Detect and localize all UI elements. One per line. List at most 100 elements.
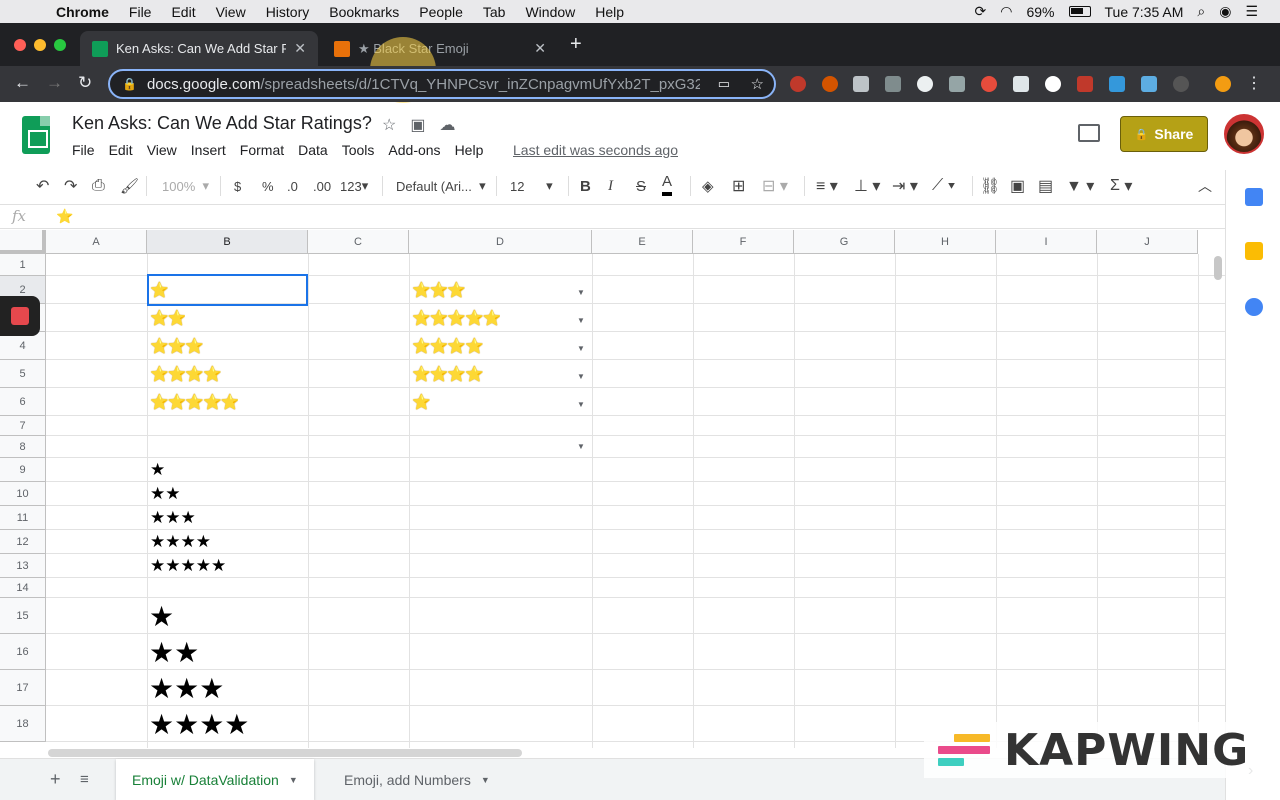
column-header-b[interactable]: B xyxy=(147,230,308,254)
row-header-9[interactable]: 9 xyxy=(0,458,46,482)
close-window-icon[interactable] xyxy=(14,39,26,51)
cell-b6[interactable]: ⭐⭐⭐⭐⭐ xyxy=(150,388,238,416)
align-horizontal-icon[interactable]: ≡ ▾ xyxy=(816,170,838,202)
browser-tab-star-emoji[interactable]: ★ Black Star Emoji ✕ xyxy=(322,31,558,66)
column-header-j[interactable]: J xyxy=(1097,230,1198,254)
browser-tab-sheet[interactable]: Ken Asks: Can We Add Star Ra ✕ xyxy=(80,31,318,66)
bold-button[interactable]: B xyxy=(580,170,591,202)
dropdown-arrow-icon[interactable]: ▼ xyxy=(577,400,585,409)
menu-history[interactable]: History xyxy=(266,4,310,20)
user-icon[interactable]: ◉ xyxy=(1219,3,1231,20)
column-header-g[interactable]: G xyxy=(794,230,895,254)
menu-tab[interactable]: Tab xyxy=(483,4,506,20)
row-header-14[interactable]: 14 xyxy=(0,578,46,598)
wifi-icon[interactable]: ◠ xyxy=(1000,3,1012,20)
cell-d2[interactable]: ⭐⭐⭐ xyxy=(412,276,465,304)
menu-view[interactable]: View xyxy=(216,4,246,20)
functions-button[interactable]: Σ ▾ xyxy=(1110,170,1132,202)
menu-file[interactable]: File xyxy=(129,4,152,20)
cell-b5[interactable]: ⭐⭐⭐⭐ xyxy=(150,360,221,388)
docs-menu-view[interactable]: View xyxy=(147,142,177,158)
row-header-15[interactable]: 15 xyxy=(0,598,46,634)
formula-bar[interactable]: fx ⭐ xyxy=(0,204,1225,229)
extension-icon[interactable] xyxy=(1109,76,1125,92)
extension-icon[interactable] xyxy=(917,76,933,92)
cloud-status-icon[interactable]: ☁ xyxy=(439,115,455,135)
docs-menu-help[interactable]: Help xyxy=(455,142,484,158)
cell-d3[interactable]: ⭐⭐⭐⭐⭐ xyxy=(412,304,500,332)
extension-icon[interactable] xyxy=(853,76,869,92)
calendar-icon[interactable] xyxy=(1245,188,1263,206)
more-formats-button[interactable]: 123 ▾ xyxy=(340,170,368,202)
adblock-extension-icon[interactable] xyxy=(790,76,806,92)
back-icon[interactable]: ← xyxy=(14,73,31,93)
bookmark-star-icon[interactable]: ☆ xyxy=(751,75,764,93)
account-avatar[interactable] xyxy=(1224,114,1264,154)
chevron-down-icon[interactable]: ▼ xyxy=(481,775,490,785)
sheet-tab-emoji-add-numbers[interactable]: Emoji, add Numbers ▼ xyxy=(328,759,506,800)
more-menu-icon[interactable]: ⋮ xyxy=(1246,73,1262,93)
forward-icon[interactable]: → xyxy=(46,73,63,93)
zoom-window-icon[interactable] xyxy=(54,39,66,51)
column-header-d[interactable]: D xyxy=(409,230,592,254)
cell-b13[interactable]: ★★★★★ xyxy=(150,554,226,578)
spotlight-search-icon[interactable]: ⌕ xyxy=(1197,3,1205,20)
extension-icon[interactable] xyxy=(822,76,838,92)
formula-value[interactable]: ⭐ xyxy=(56,208,73,225)
extension-icon[interactable] xyxy=(1141,76,1157,92)
cell-b17[interactable]: ★★★ xyxy=(149,670,224,706)
redo-icon[interactable]: ↷ xyxy=(64,170,77,202)
dropdown-arrow-icon[interactable]: ▼ xyxy=(577,288,585,297)
menu-edit[interactable]: Edit xyxy=(171,4,195,20)
column-header-f[interactable]: F xyxy=(693,230,794,254)
cell-b15[interactable]: ★ xyxy=(149,598,174,634)
font-size-select[interactable]: 12 ▾ xyxy=(510,170,560,202)
docs-menu-data[interactable]: Data xyxy=(298,142,328,158)
borders-icon[interactable]: ⊞ xyxy=(732,170,745,202)
row-header-18[interactable]: 18 xyxy=(0,706,46,742)
vertical-scrollbar[interactable] xyxy=(1214,256,1222,280)
column-header-i[interactable]: I xyxy=(996,230,1097,254)
docs-menu-addons[interactable]: Add-ons xyxy=(388,142,440,158)
menu-window[interactable]: Window xyxy=(525,4,575,20)
paint-format-icon[interactable]: 🖌 xyxy=(120,170,139,202)
strikethrough-button[interactable]: S xyxy=(636,170,646,202)
profile-extension-icon[interactable] xyxy=(1215,76,1231,92)
cell-b9[interactable]: ★ xyxy=(150,458,165,482)
column-header-h[interactable]: H xyxy=(895,230,996,254)
cell-d4[interactable]: ⭐⭐⭐⭐ xyxy=(412,332,483,360)
italic-button[interactable]: I xyxy=(608,170,613,202)
sheets-logo-icon[interactable] xyxy=(22,116,50,154)
row-header-4[interactable]: 4 xyxy=(0,332,46,360)
row-header-5[interactable]: 5 xyxy=(0,360,46,388)
fill-color-icon[interactable]: ◈ xyxy=(702,170,714,202)
close-tab-icon[interactable]: ✕ xyxy=(534,40,546,57)
row-header-10[interactable]: 10 xyxy=(0,482,46,506)
docs-menu-insert[interactable]: Insert xyxy=(191,142,226,158)
dropdown-arrow-icon[interactable]: ▼ xyxy=(577,442,585,451)
font-select[interactable]: Default (Ari... ▾ xyxy=(396,170,486,202)
extension-icon[interactable] xyxy=(1173,76,1189,92)
zoom-select[interactable]: 100% ▾ xyxy=(162,170,209,202)
document-title[interactable]: Ken Asks: Can We Add Star Ratings? xyxy=(72,113,372,134)
all-sheets-icon[interactable]: ≡ xyxy=(80,771,89,788)
row-header-16[interactable]: 16 xyxy=(0,634,46,670)
extension-icon[interactable] xyxy=(1077,76,1093,92)
cell-d6[interactable]: ⭐ xyxy=(412,388,430,416)
column-header-a[interactable]: A xyxy=(46,230,147,254)
spreadsheet-grid[interactable]: A B C D E F G H I J 1 2 3 4 5 6 7 8 9 10… xyxy=(0,230,1225,748)
app-menu-chrome[interactable]: Chrome xyxy=(56,4,109,20)
collapse-menus-icon[interactable]: ︿ xyxy=(1198,170,1212,202)
column-header-c[interactable]: C xyxy=(308,230,409,254)
menu-help[interactable]: Help xyxy=(595,4,624,20)
cell-b18[interactable]: ★★★★ xyxy=(149,706,249,742)
lock-icon[interactable]: 🔒 xyxy=(122,77,137,91)
star-document-icon[interactable]: ☆ xyxy=(382,115,396,135)
filter-icon[interactable]: ▼ ▾ xyxy=(1066,170,1094,202)
undo-icon[interactable]: ↶ xyxy=(36,170,49,202)
merge-cells-icon[interactable]: ⊟ ▾ xyxy=(762,170,788,202)
extension-icon[interactable] xyxy=(885,76,901,92)
sync-icon[interactable]: ⟳ xyxy=(975,3,987,20)
dropdown-arrow-icon[interactable]: ▼ xyxy=(577,372,585,381)
tasks-icon[interactable] xyxy=(1245,298,1263,316)
